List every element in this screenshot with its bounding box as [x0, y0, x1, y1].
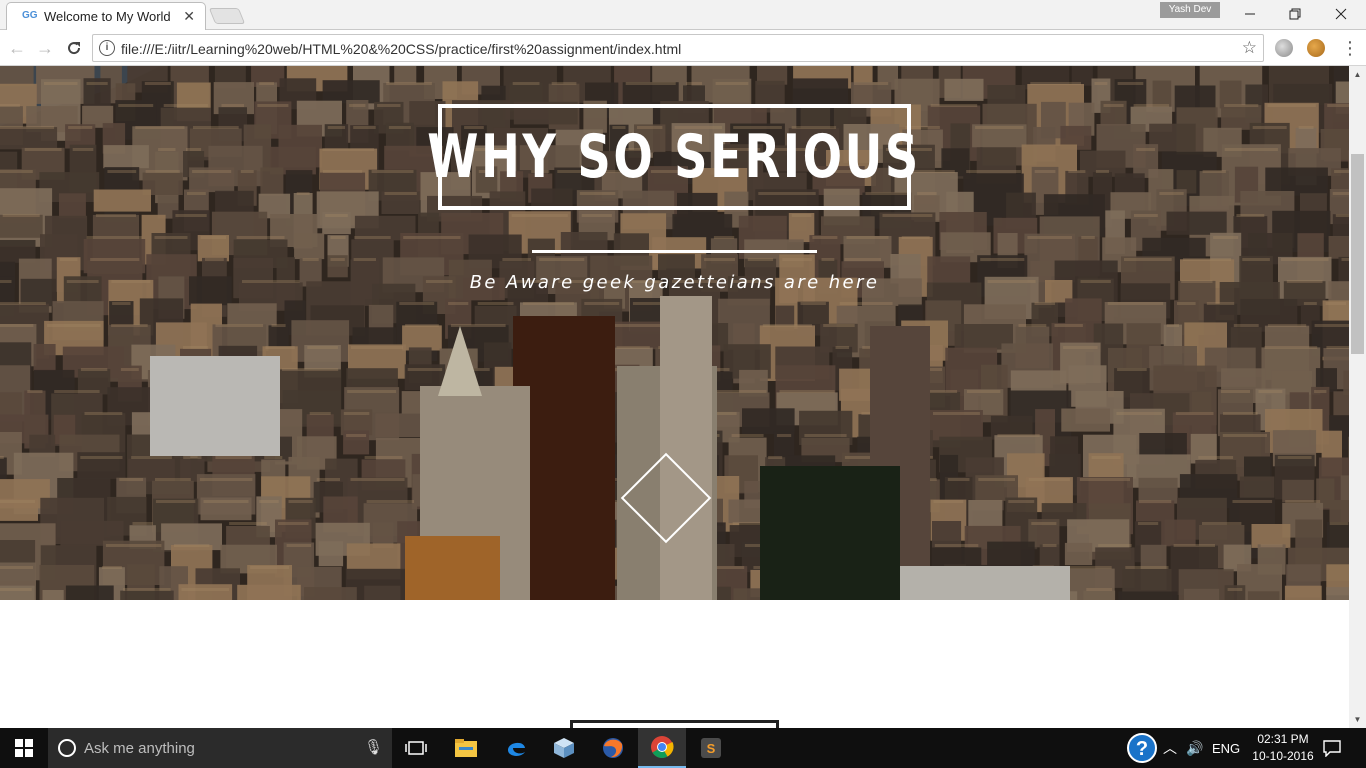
scrollbar-thumb[interactable]: [1351, 154, 1364, 354]
browser-toolbar: ← → i file:///E:/iitr/Learning%20web/HTM…: [0, 30, 1366, 66]
cookie-extension-icon[interactable]: [1307, 39, 1325, 57]
volume-icon[interactable]: 🔊: [1186, 728, 1203, 768]
arrow-left-icon: ←: [8, 37, 26, 58]
hero-title-box: WHY SO SERIOUS: [428, 104, 919, 210]
language-indicator[interactable]: ENG: [1212, 728, 1240, 768]
address-bar[interactable]: i file:///E:/iitr/Learning%20web/HTML%20…: [92, 34, 1264, 62]
new-tab-button[interactable]: [208, 8, 246, 24]
page-viewport: WHY SO SERIOUS Be Aware geek gazetteians…: [0, 66, 1349, 728]
microphone-icon[interactable]: 🎙: [364, 738, 383, 756]
tab-title: Welcome to My World: [44, 9, 171, 24]
edge-browser-button[interactable]: [492, 728, 540, 768]
action-center-button[interactable]: [1322, 728, 1342, 768]
chrome-button[interactable]: [638, 728, 686, 768]
edge-icon: [508, 742, 525, 756]
hero-section: WHY SO SERIOUS Be Aware geek gazetteians…: [0, 66, 1349, 600]
page-scrollbar[interactable]: ▲ ▼: [1349, 66, 1366, 728]
box-app-button[interactable]: [540, 728, 588, 768]
task-view-button[interactable]: [392, 728, 440, 768]
windows-logo-icon: [15, 739, 33, 757]
url-text[interactable]: file:///E:/iitr/Learning%20web/HTML%20&%…: [121, 41, 681, 57]
forward-button[interactable]: →: [33, 36, 57, 60]
scroll-up-arrow-icon[interactable]: ▲: [1349, 66, 1366, 83]
sublime-text-icon: S: [701, 738, 721, 758]
cortana-search-box[interactable]: Ask me anything 🎙: [48, 728, 392, 768]
reload-icon: [68, 42, 81, 55]
kebab-menu-icon[interactable]: ⋮: [1341, 36, 1359, 60]
svg-text:?: ?: [1136, 738, 1148, 760]
close-window-button[interactable]: [1318, 0, 1364, 28]
arrow-right-icon: →: [36, 37, 54, 58]
hero-title: WHY SO SERIOUS: [427, 122, 922, 192]
minimize-icon: [1245, 13, 1255, 15]
windows-taskbar: Ask me anything 🎙 S ? ︿ 🔊 ENG 02:31 PM 1…: [0, 728, 1366, 768]
chevron-up-icon[interactable]: ︿: [1163, 728, 1177, 768]
sublime-text-button[interactable]: S: [687, 728, 735, 768]
help-button[interactable]: ?: [1126, 728, 1158, 768]
close-icon: [1335, 8, 1347, 20]
folder-icon: [455, 739, 477, 757]
help-question-icon: ?: [1127, 733, 1157, 763]
browser-tab[interactable]: GG Welcome to My World ✕: [6, 2, 206, 30]
minimize-button[interactable]: [1227, 0, 1273, 28]
extension-icon[interactable]: [1275, 39, 1293, 57]
firefox-icon: [603, 738, 623, 758]
start-button[interactable]: [0, 728, 48, 768]
notification-icon: [1323, 740, 1341, 757]
browser-title-bar: GG Welcome to My World ✕ Yash Dev: [0, 0, 1366, 30]
tab-close-icon[interactable]: ✕: [183, 8, 195, 25]
next-section-box: [570, 720, 779, 728]
hero-divider: [532, 250, 817, 253]
back-button[interactable]: ←: [5, 36, 29, 60]
scroll-down-arrow-icon[interactable]: ▼: [1349, 711, 1366, 728]
profile-button[interactable]: Yash Dev: [1160, 2, 1220, 18]
task-view-icon: [405, 741, 427, 755]
firefox-button[interactable]: [589, 728, 637, 768]
file-explorer-button[interactable]: [442, 728, 490, 768]
restore-icon: [1289, 8, 1301, 20]
reload-button[interactable]: [62, 36, 86, 60]
cortana-icon: [58, 739, 76, 757]
cube-icon: [554, 738, 574, 758]
info-icon[interactable]: i: [99, 40, 115, 56]
clock-time: 02:31 PM: [1257, 732, 1309, 746]
star-icon[interactable]: ☆: [1242, 38, 1257, 58]
tab-favicon: GG: [22, 10, 38, 21]
search-placeholder: Ask me anything: [84, 740, 195, 757]
chrome-icon: [651, 736, 674, 758]
clock-date: 10-10-2016: [1252, 749, 1314, 763]
svg-text:S: S: [707, 741, 716, 756]
system-clock[interactable]: 02:31 PM 10-10-2016: [1245, 731, 1321, 765]
restore-button[interactable]: [1272, 0, 1318, 28]
hero-tagline: Be Aware geek gazetteians are here: [469, 272, 880, 293]
